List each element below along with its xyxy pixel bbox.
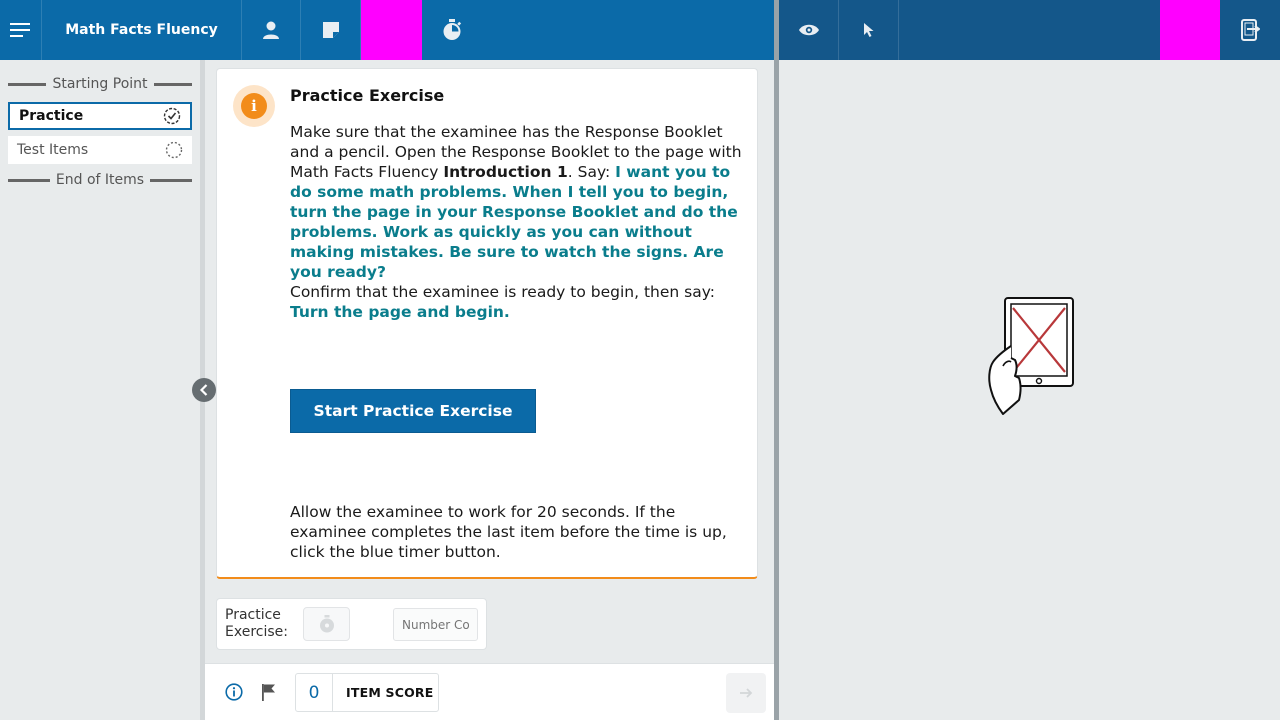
item-score-value: 0 (296, 674, 333, 711)
note-icon (322, 22, 339, 38)
end-of-items-marker: End of Items (8, 172, 193, 188)
eye-icon (798, 24, 819, 36)
next-item-button[interactable] (726, 673, 766, 713)
label-line: Practice (225, 607, 281, 623)
collapse-sidebar-button[interactable] (192, 378, 216, 402)
practice-timer-button[interactable] (303, 607, 350, 641)
pointer-icon (863, 23, 873, 37)
card-title: Practice Exercise (290, 86, 445, 105)
examinee-button[interactable] (242, 0, 301, 60)
highlighted-toolbar-slot-right[interactable] (1160, 0, 1220, 60)
divider-line (8, 178, 50, 182)
instruction-paragraph-2: Confirm that the examinee is ready to be… (290, 282, 746, 322)
examinee-view-panel (779, 60, 1280, 720)
number-correct-input[interactable] (393, 608, 478, 641)
item-footer: 0 ITEM SCORE (205, 663, 774, 720)
exit-examinee-view-button[interactable] (1220, 0, 1280, 60)
tablet-disconnected-icon (988, 297, 1074, 415)
person-icon (263, 21, 279, 39)
examiner-script: Turn the page and begin. (290, 303, 510, 321)
view-toggle-button[interactable] (779, 0, 839, 60)
info-icon[interactable] (225, 683, 243, 701)
notes-button[interactable] (301, 0, 361, 60)
stopwatch-icon (319, 615, 334, 633)
practice-exercise-label: Practice Exercise: (225, 607, 288, 641)
instruction-text: Confirm that the examinee is ready to be… (290, 283, 715, 301)
stopwatch-icon (443, 19, 462, 40)
subtest-title: Math Facts Fluency (65, 22, 218, 38)
examiner-content: i Practice Exercise Make sure that the e… (205, 60, 774, 720)
flag-icon[interactable] (261, 683, 277, 701)
item-navigation: Starting Point Practice Test Items End o… (0, 60, 200, 720)
instruction-card: i Practice Exercise Make sure that the e… (216, 68, 758, 579)
menu-icon (9, 23, 30, 37)
chevron-left-icon (199, 384, 208, 396)
info-icon: i (241, 93, 267, 119)
item-score-label: ITEM SCORE (346, 685, 434, 700)
exit-device-icon (1241, 19, 1260, 41)
nav-item-label: Test Items (17, 142, 89, 158)
label-line: Exercise: (225, 624, 288, 640)
nav-item-label: Practice (19, 108, 84, 124)
examiner-header: Math Facts Fluency (0, 0, 774, 60)
timer-button[interactable] (422, 0, 482, 60)
start-practice-exercise-button[interactable]: Start Practice Exercise (290, 389, 536, 433)
info-badge: i (233, 85, 275, 127)
starting-point-label: Starting Point (52, 76, 148, 92)
nav-item-practice[interactable]: Practice (8, 102, 192, 130)
pointer-button[interactable] (839, 0, 899, 60)
divider-line (153, 82, 192, 86)
arrow-right-icon (740, 688, 753, 698)
end-of-items-label: End of Items (55, 172, 145, 188)
instruction-paragraph-1: Make sure that the examinee has the Resp… (290, 122, 746, 282)
subtest-title-cell: Math Facts Fluency (42, 0, 242, 60)
starting-point-marker: Starting Point (8, 76, 192, 92)
introduction-reference: Introduction 1 (443, 163, 568, 181)
instruction-paragraph-3: Allow the examinee to work for 20 second… (290, 503, 727, 561)
highlighted-toolbar-slot[interactable] (361, 0, 422, 60)
nav-item-test-items[interactable]: Test Items (8, 136, 192, 164)
divider-line (8, 82, 47, 86)
menu-button[interactable] (0, 0, 42, 60)
instruction-text: . Say: (567, 163, 616, 181)
practice-exercise-controls: Practice Exercise: (216, 598, 487, 650)
not-started-icon (165, 141, 183, 159)
in-progress-check-icon (163, 107, 181, 125)
examinee-view-header (779, 0, 1280, 60)
item-score: 0 ITEM SCORE (295, 673, 439, 712)
divider-line (150, 178, 193, 182)
